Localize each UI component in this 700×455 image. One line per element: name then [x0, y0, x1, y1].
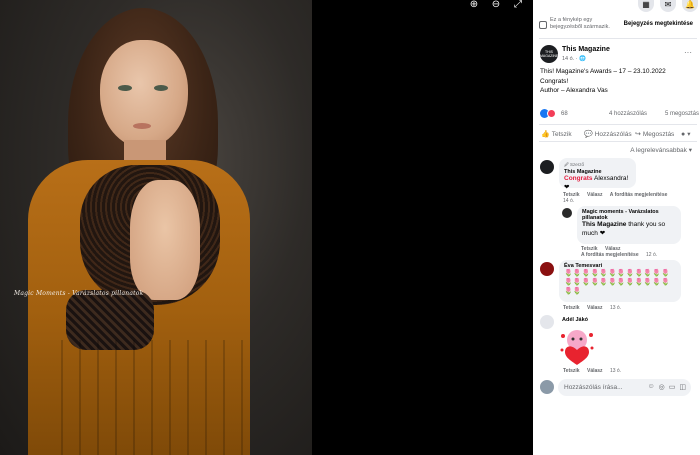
camera-icon[interactable]: ◎ [659, 383, 665, 391]
comment-bubble: Éva Temesvari 🌷🌷🌷🌷🌷🌷🌷🌷🌷🌷🌷🌷 🌷🌷🌷🌷🌷🌷🌷🌷🌷🌷🌷🌷 … [559, 260, 681, 302]
reaction-count[interactable]: 68 [561, 111, 568, 117]
top-icons: ▦ ✉ 🔔 [638, 0, 700, 12]
comment-meta: Tetszik Válasz 13 ó. [563, 305, 627, 311]
author-name[interactable]: This Magazine [562, 46, 610, 53]
avatar[interactable] [540, 160, 554, 174]
emoji-icon[interactable]: ☺ [647, 383, 654, 391]
reply-link[interactable]: Válasz [587, 305, 603, 311]
post-caption: This! Magazine's Awards – 17 – 23.10.202… [540, 67, 698, 96]
share-icon: ↪ [635, 131, 641, 138]
comment-label: Hozzászólás [594, 130, 632, 138]
post-time[interactable]: 14 ó. · 🌐 [562, 56, 586, 62]
avatar: ● [681, 130, 686, 138]
comment-time[interactable]: 14 ó. [563, 198, 574, 204]
photo-lips [133, 123, 151, 129]
heart-sticker-icon [560, 330, 594, 365]
photo-eye [118, 85, 132, 91]
notice-text: Ez a fénykép egy bejegyzésből származik. [550, 17, 610, 30]
photo-face [100, 40, 188, 148]
author-badge: 🖉 Szerző [564, 162, 585, 167]
comment-time[interactable]: 13 ó. [610, 305, 621, 311]
photo-pleats [45, 340, 255, 455]
comment-author[interactable]: Adél Jákó [562, 317, 588, 323]
tulip-emojis: 🌷🌷🌷🌷🌷🌷🌷🌷🌷🌷🌷🌷 [564, 270, 670, 277]
share-count[interactable]: 5 megosztás [665, 111, 699, 117]
gif-icon[interactable]: ▭ [669, 383, 676, 391]
author-avatar[interactable]: THIS MAGAZINE [540, 45, 558, 63]
messenger-icon[interactable]: ✉ [660, 0, 676, 12]
zoom-out-icon[interactable]: ⊖ [489, 0, 503, 10]
comment-time[interactable]: 12 ó. [646, 252, 657, 258]
photo: Magic Moments - Varázslatos pillanatok [0, 0, 312, 455]
post-panel: ▦ ✉ 🔔 Ez a fénykép egy bejegyzésből szár… [533, 0, 700, 455]
more-options-icon[interactable]: ··· [684, 48, 692, 57]
avatar[interactable] [562, 208, 572, 218]
comment-bubble: 🖉 Szerző This Magazine Congrats Alexsand… [559, 158, 636, 191]
fullscreen-icon[interactable]: ⤢ [511, 0, 525, 10]
caption-line: This! Magazine's Awards – 17 – 23.10.202… [540, 68, 666, 75]
reply-link[interactable]: Válasz [587, 192, 603, 198]
zoom-in-icon[interactable]: ⊕ [467, 0, 481, 10]
like-link[interactable]: Tetszik [563, 305, 580, 311]
photo-hands [130, 180, 200, 300]
input-icons: ☺ ◎ ▭ ◫ [647, 383, 686, 391]
profile-select[interactable]: ● ▾ [681, 130, 691, 139]
sticker-icon[interactable]: ◫ [679, 383, 686, 391]
photo-watermark: Magic Moments - Varázslatos pillanatok [14, 290, 144, 297]
comment-time[interactable]: 13 ó. [610, 368, 621, 374]
post-actions: 👍 Tetszik 💬 Hozzászólás ↪ Megosztás ● ▾ [539, 124, 697, 142]
translate-link[interactable]: A fordítás megjelenítése [581, 252, 639, 258]
mention[interactable]: Congrats [564, 175, 593, 182]
mention[interactable]: This Magazine [582, 221, 626, 228]
share-label: Megosztás [642, 130, 675, 138]
comment-text: Congrats Alexsandra! ❤ [564, 175, 631, 192]
comment-meta: A fordítás megjelenítése 12 ó. [581, 252, 663, 258]
heart-sticker [557, 326, 597, 366]
post-stats: 68 4 hozzászólás 5 megosztás [540, 109, 699, 119]
comment-button[interactable]: 💬 Hozzászólás [584, 130, 632, 139]
reply-link[interactable]: Válasz [587, 368, 603, 374]
love-reaction-icon[interactable] [547, 109, 556, 118]
view-post-link[interactable]: Bejegyzés megtekintése [624, 21, 693, 27]
avatar [540, 380, 554, 394]
comment-icon: 💬 [584, 131, 593, 138]
chevron-down-icon: ▾ [687, 131, 691, 138]
comment-text: This Magazine thank you so much ❤ [582, 221, 676, 238]
comment-time-row: 14 ó. [563, 198, 580, 204]
comment-input[interactable]: Hozzászólás írása... ☺ ◎ ▭ ◫ [558, 379, 691, 396]
comment-input-placeholder: Hozzászólás írása... [564, 384, 623, 391]
comment-author[interactable]: Magic moments - Varázslatos pillanatok [582, 209, 676, 221]
comment-bubble: Magic moments - Varázslatos pillanatok T… [577, 206, 681, 244]
comment-meta: Tetszik Válasz 13 ó. [563, 368, 627, 374]
like-button[interactable]: 👍 Tetszik [541, 130, 572, 139]
comment-sort-dropdown[interactable]: A legrelevánsabbak ▾ [630, 146, 692, 154]
avatar[interactable] [540, 315, 554, 329]
thumbs-up-icon: 👍 [541, 131, 550, 138]
menu-icon[interactable]: ▦ [638, 0, 654, 12]
caption-line: Congrats! [540, 77, 569, 85]
like-link[interactable]: Tetszik [563, 368, 580, 374]
photo-icon [539, 21, 547, 29]
post-origin-notice: Ez a fénykép egy bejegyzésből származik.… [539, 17, 697, 39]
notifications-icon[interactable]: 🔔 [682, 0, 698, 12]
like-label: Tetszik [551, 130, 572, 138]
photo-viewer: Magic Moments - Varázslatos pillanatok ⊕… [0, 0, 533, 455]
caption-line: Author – Alexandra Vas [540, 87, 608, 94]
comment-count[interactable]: 4 hozzászólás [609, 111, 647, 117]
avatar[interactable] [540, 262, 554, 276]
tulip-emojis: 🌷🌷 [564, 288, 582, 295]
photo-eye [154, 85, 168, 91]
tulip-emojis: 🌷🌷🌷🌷🌷🌷🌷🌷🌷🌷🌷🌷 [564, 279, 670, 286]
share-button[interactable]: ↪ Megosztás [635, 130, 675, 139]
translate-link[interactable]: A fordítás megjelenítése [610, 192, 668, 198]
